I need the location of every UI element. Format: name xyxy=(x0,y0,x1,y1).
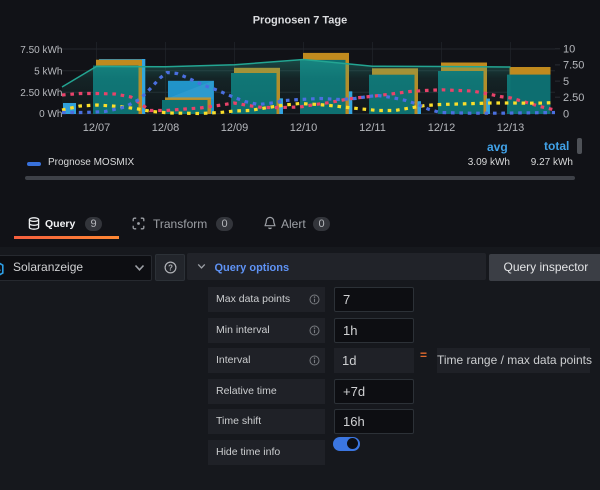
svg-text:12/07: 12/07 xyxy=(83,122,111,134)
svg-text:2.50 kWh: 2.50 kWh xyxy=(20,88,62,99)
svg-text:12/11: 12/11 xyxy=(359,122,386,134)
svg-text:?: ? xyxy=(168,263,173,272)
svg-text:10: 10 xyxy=(563,44,575,56)
svg-text:5 kWh: 5 kWh xyxy=(34,66,62,77)
svg-text:7.50: 7.50 xyxy=(563,60,584,72)
svg-text:12/10: 12/10 xyxy=(290,122,318,134)
svg-text:12/13: 12/13 xyxy=(497,122,525,134)
svg-text:5: 5 xyxy=(563,76,569,88)
svg-text:0 Wh: 0 Wh xyxy=(39,109,62,120)
svg-text:12/09: 12/09 xyxy=(221,122,249,134)
svg-text:12/12: 12/12 xyxy=(428,122,456,134)
svg-text:12/08: 12/08 xyxy=(152,122,180,134)
svg-text:2.50: 2.50 xyxy=(563,92,584,104)
svg-text:0: 0 xyxy=(563,109,569,121)
svg-text:7.50 kWh: 7.50 kWh xyxy=(20,45,62,56)
svg-text:Prognosen 7 Tage: Prognosen 7 Tage xyxy=(253,15,348,27)
